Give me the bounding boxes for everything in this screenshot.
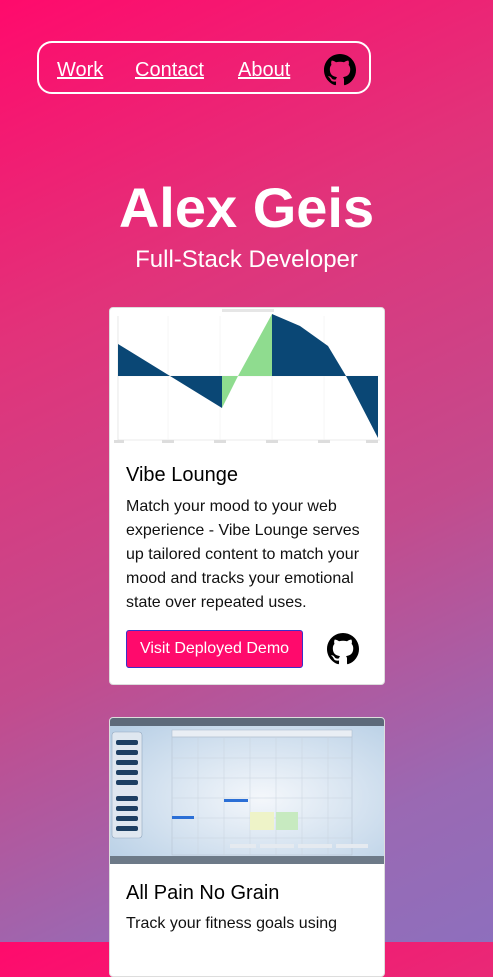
project-title: All Pain No Grain: [126, 882, 280, 904]
project-thumbnail-mood-chart: [110, 308, 384, 446]
nav-link-about[interactable]: About: [238, 58, 290, 82]
project-title: Vibe Lounge: [126, 464, 238, 486]
project-description: Match your mood to your web experience -…: [126, 498, 360, 611]
project-card-vibe-lounge: Vibe Lounge Match your mood to your web …: [109, 307, 385, 685]
project-description: Track your fitness goals using: [126, 915, 338, 932]
nav-link-work[interactable]: Work: [57, 58, 103, 82]
hero-name: Alex Geis: [118, 176, 375, 239]
hero-subtitle: Full-Stack Developer: [135, 246, 358, 273]
github-icon[interactable]: [327, 633, 359, 665]
project-thumbnail-calendar-app: [110, 718, 384, 864]
nav-link-contact[interactable]: Contact: [135, 58, 204, 82]
visit-deployed-demo-button[interactable]: Visit Deployed Demo: [126, 630, 303, 668]
project-card-all-pain-no-grain: All Pain No Grain Track your fitness goa…: [109, 717, 385, 977]
top-nav: Work Contact About: [37, 41, 371, 94]
github-icon[interactable]: [324, 54, 356, 86]
